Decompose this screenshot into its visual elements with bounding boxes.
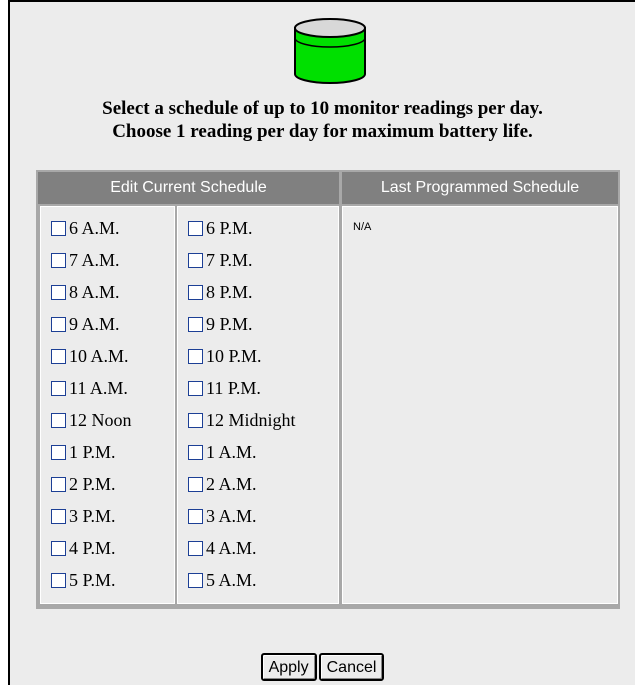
schedule-time-checkbox[interactable] <box>188 412 203 428</box>
schedule-time-row[interactable]: 6 A.M. <box>51 217 120 239</box>
schedule-time-row[interactable]: 3 P.M. <box>51 505 116 527</box>
schedule-time-row[interactable]: 9 P.M. <box>188 313 253 335</box>
schedule-time-checkbox[interactable] <box>51 444 66 460</box>
schedule-time-label: 2 P.M. <box>69 473 116 494</box>
schedule-time-label: 12 Midnight <box>206 409 296 430</box>
schedule-time-label: 8 A.M. <box>69 281 120 302</box>
schedule-time-checkbox[interactable] <box>51 508 66 524</box>
schedule-time-row[interactable]: 3 A.M. <box>188 505 257 527</box>
schedule-time-checkbox[interactable] <box>188 476 203 492</box>
schedule-time-checkbox[interactable] <box>188 220 203 236</box>
schedule-time-label: 10 A.M. <box>69 345 129 366</box>
schedule-time-row[interactable]: 9 A.M. <box>51 313 120 335</box>
schedule-time-checkbox[interactable] <box>188 316 203 332</box>
schedule-time-checkbox[interactable] <box>51 572 66 588</box>
schedule-time-row[interactable]: 7 P.M. <box>188 249 253 271</box>
schedule-time-label: 11 P.M. <box>206 377 261 398</box>
schedule-time-label: 10 P.M. <box>206 345 262 366</box>
schedule-time-row[interactable]: 10 A.M. <box>51 345 129 367</box>
schedule-time-checkbox[interactable] <box>51 220 66 236</box>
schedule-time-row[interactable]: 7 A.M. <box>51 249 120 271</box>
edit-schedule-header: Edit Current Schedule <box>38 172 339 204</box>
schedule-time-label: 6 P.M. <box>206 217 253 238</box>
schedule-time-row[interactable]: 10 P.M. <box>188 345 262 367</box>
schedule-time-label: 5 P.M. <box>69 569 116 590</box>
schedule-time-checkbox[interactable] <box>188 572 203 588</box>
schedule-time-checkbox[interactable] <box>188 380 203 396</box>
schedule-time-row[interactable]: 4 A.M. <box>188 537 257 559</box>
schedule-time-row[interactable]: 6 P.M. <box>188 217 253 239</box>
schedule-time-row[interactable]: 4 P.M. <box>51 537 116 559</box>
schedule-time-label: 8 P.M. <box>206 281 253 302</box>
schedule-time-label: 3 P.M. <box>69 505 116 526</box>
schedule-time-row[interactable]: 8 A.M. <box>51 281 120 303</box>
am-column: 6 A.M. 7 A.M. 8 A.M. 9 A.M. 10 A.M. 11 A.M. 12… <box>40 206 175 604</box>
last-schedule-header: Last Programmed Schedule <box>342 172 618 204</box>
apply-button[interactable]: Apply <box>260 653 317 681</box>
last-programmed-value: N/A <box>353 221 372 233</box>
schedule-time-checkbox[interactable] <box>188 284 203 300</box>
schedule-time-label: 3 A.M. <box>206 505 257 526</box>
schedule-time-row[interactable]: 2 P.M. <box>51 473 116 495</box>
schedule-time-checkbox[interactable] <box>51 380 66 396</box>
schedule-time-row[interactable]: 1 P.M. <box>51 441 116 463</box>
schedule-time-label: 6 A.M. <box>69 217 120 238</box>
battery-tank-icon <box>294 18 366 84</box>
pm-column: 6 P.M. 7 P.M. 8 P.M. 9 P.M. 10 P.M. 11 P.M. 12… <box>177 206 339 604</box>
schedule-time-checkbox[interactable] <box>51 316 66 332</box>
schedule-time-row[interactable]: 8 P.M. <box>188 281 253 303</box>
schedule-time-checkbox[interactable] <box>51 412 66 428</box>
schedule-table: Edit Current Schedule Last Programmed Sc… <box>36 170 620 609</box>
schedule-time-checkbox[interactable] <box>188 444 203 460</box>
schedule-time-label: 1 A.M. <box>206 441 257 462</box>
schedule-time-label: 11 A.M. <box>69 377 128 398</box>
cancel-button[interactable]: Cancel <box>318 653 385 681</box>
instruction-line-1: Select a schedule of up to 10 monitor re… <box>102 98 543 119</box>
schedule-time-row[interactable]: 12 Midnight <box>188 409 296 431</box>
schedule-time-checkbox[interactable] <box>51 284 66 300</box>
schedule-time-row[interactable]: 11 P.M. <box>188 377 261 399</box>
schedule-time-label: 4 P.M. <box>69 537 116 558</box>
schedule-time-label: 9 P.M. <box>206 313 253 334</box>
schedule-time-row[interactable]: 1 A.M. <box>188 441 257 463</box>
schedule-time-row[interactable]: 5 A.M. <box>188 569 257 591</box>
schedule-time-checkbox[interactable] <box>51 540 66 556</box>
schedule-time-label: 4 A.M. <box>206 537 257 558</box>
last-programmed-column: N/A <box>342 206 618 604</box>
instruction-line-2: Choose 1 reading per day for maximum bat… <box>112 121 533 142</box>
schedule-time-row[interactable]: 12 Noon <box>51 409 132 431</box>
schedule-panel: Select a schedule of up to 10 monitor re… <box>8 0 635 685</box>
schedule-time-checkbox[interactable] <box>188 540 203 556</box>
schedule-time-checkbox[interactable] <box>51 348 66 364</box>
schedule-time-row[interactable]: 11 A.M. <box>51 377 128 399</box>
schedule-time-label: 12 Noon <box>69 409 132 430</box>
schedule-time-row[interactable]: 2 A.M. <box>188 473 257 495</box>
schedule-time-checkbox[interactable] <box>51 252 66 268</box>
schedule-time-label: 5 A.M. <box>206 569 257 590</box>
schedule-time-label: 9 A.M. <box>69 313 120 334</box>
schedule-time-checkbox[interactable] <box>188 252 203 268</box>
schedule-time-checkbox[interactable] <box>188 348 203 364</box>
schedule-time-label: 1 P.M. <box>69 441 116 462</box>
schedule-time-label: 7 P.M. <box>206 249 253 270</box>
button-bar: Apply Cancel <box>10 653 635 681</box>
schedule-time-label: 7 A.M. <box>69 249 120 270</box>
schedule-time-checkbox[interactable] <box>51 476 66 492</box>
schedule-time-row[interactable]: 5 P.M. <box>51 569 116 591</box>
schedule-time-checkbox[interactable] <box>188 508 203 524</box>
schedule-time-label: 2 A.M. <box>206 473 257 494</box>
